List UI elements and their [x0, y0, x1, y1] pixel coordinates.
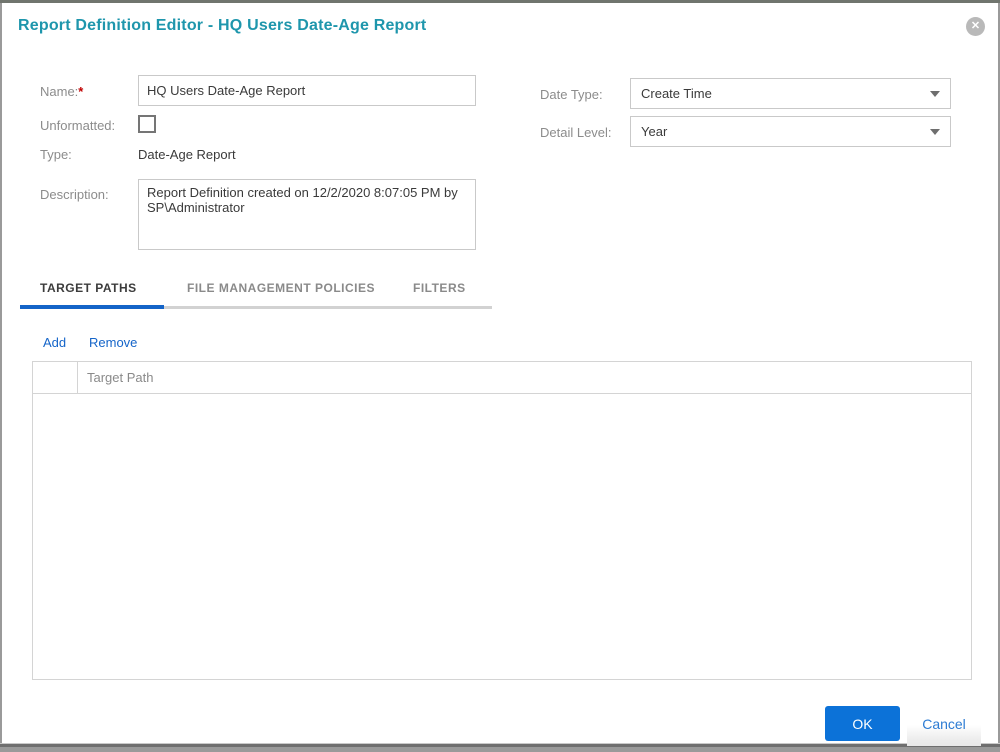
tab-file-management-policies[interactable]: FILE MANAGEMENT POLICIES — [187, 281, 375, 295]
remove-button[interactable]: Remove — [89, 335, 137, 350]
tab-target-paths[interactable]: TARGET PATHS — [40, 281, 137, 295]
name-input[interactable] — [138, 75, 476, 106]
required-marker: * — [78, 84, 84, 99]
table-body-empty[interactable] — [33, 394, 971, 679]
date-type-value: Create Time — [641, 86, 712, 101]
close-icon[interactable]: ✕ — [966, 17, 985, 36]
date-type-label: Date Type: — [540, 87, 603, 102]
target-path-column-header: Target Path — [87, 370, 154, 385]
table-header-row: Target Path — [33, 362, 971, 394]
selection-column-header — [33, 362, 78, 393]
tab-divider — [164, 306, 492, 309]
target-paths-table: Target Path — [32, 361, 972, 680]
report-definition-editor-dialog: Report Definition Editor - HQ Users Date… — [2, 3, 998, 746]
type-value: Date-Age Report — [138, 147, 236, 162]
add-button[interactable]: Add — [43, 335, 66, 350]
detail-level-select[interactable]: Year — [630, 116, 951, 147]
unformatted-label: Unformatted: — [40, 118, 116, 133]
name-label-text: Name: — [40, 84, 79, 99]
active-tab-indicator — [20, 305, 164, 309]
cancel-button[interactable]: Cancel — [907, 712, 981, 746]
type-label: Type: — [40, 147, 72, 162]
dialog-title: Report Definition Editor - HQ Users Date… — [18, 17, 427, 34]
detail-level-label: Detail Level: — [540, 125, 612, 140]
tab-filters[interactable]: FILTERS — [413, 281, 466, 295]
description-label: Description: — [40, 187, 109, 202]
chevron-down-icon — [930, 90, 940, 97]
detail-level-value: Year — [641, 124, 668, 139]
date-type-select[interactable]: Create Time — [630, 78, 951, 109]
ok-button[interactable]: OK — [825, 706, 900, 741]
window-edge-bottom — [0, 743, 1000, 752]
name-label: Name:* — [40, 84, 83, 99]
unformatted-checkbox[interactable] — [138, 115, 156, 133]
tab-bar: TARGET PATHS FILE MANAGEMENT POLICIES FI… — [2, 281, 998, 311]
description-input[interactable]: Report Definition created on 12/2/2020 8… — [138, 179, 476, 250]
chevron-down-icon — [930, 128, 940, 135]
